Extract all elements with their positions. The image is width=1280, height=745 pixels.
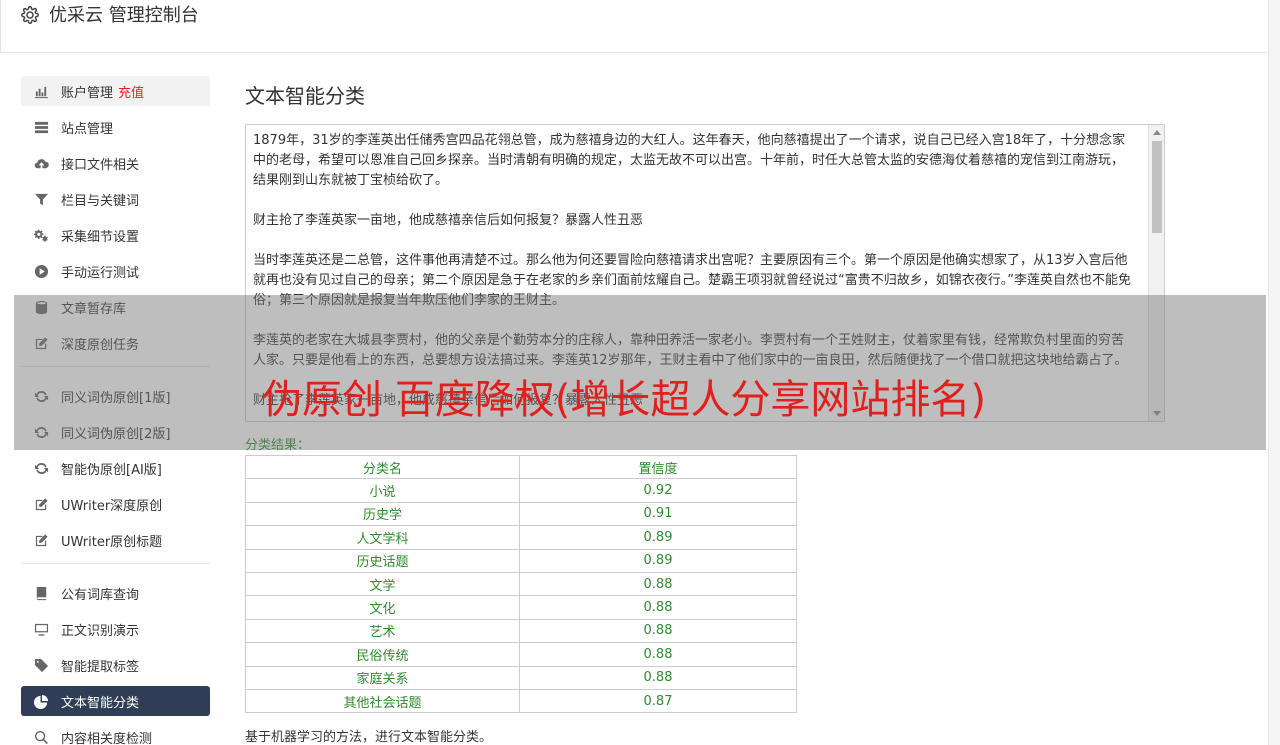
- main-panel: 文本智能分类 1879年，31岁的李莲英出任储秀宫四品花翎总管，成为慈禧身边的大…: [245, 80, 1165, 745]
- search-icon: [33, 729, 49, 745]
- gears-icon: [33, 227, 49, 243]
- confidence-cell: 0.91: [519, 501, 797, 527]
- classification-table: 分类名 置信度 小说 0.92 历史学 0.91 人文学科 0.89 历史话题 0.89 文学 0…: [245, 454, 797, 714]
- sidebar-item-label: 栏目与关键词: [61, 193, 140, 209]
- scroll-up-arrow-icon[interactable]: [1153, 130, 1161, 135]
- book-icon: [33, 585, 49, 601]
- column-header-category: 分类名: [245, 454, 520, 480]
- sidebar-item-label: 正文识别演示: [61, 623, 140, 639]
- sidebar-item-label: 接口文件相关: [61, 157, 140, 173]
- confidence-cell: 0.92: [519, 478, 797, 503]
- console-title: 优采云 管理控制台: [49, 5, 199, 26]
- confidence-cell: 0.87: [519, 688, 797, 714]
- sidebar-item-label: 文本智能分类: [61, 695, 140, 711]
- article-paragraph: 1879年，31岁的李莲英出任储秀宫四品花翎总管，成为慈禧身边的大红人。这年春天…: [253, 133, 1126, 188]
- sidebar-item-group1-4[interactable]: 采集细节设置: [21, 220, 210, 250]
- category-cell: 历史学: [245, 501, 520, 527]
- edit-icon: [33, 496, 49, 512]
- recharge-link[interactable]: 充值: [118, 82, 144, 101]
- column-header-confidence: 置信度: [519, 454, 797, 480]
- sidebar-item-group2-3[interactable]: UWriter深度原创: [21, 489, 210, 519]
- table-row: 人文学科 0.89: [245, 525, 797, 550]
- sidebar-item-label: 智能提取标签: [61, 659, 140, 675]
- table-row: 家庭关系 0.88: [245, 665, 797, 690]
- sidebar-item-label: UWriter深度原创: [61, 498, 163, 514]
- table-row: 文学 0.88: [245, 571, 797, 597]
- sidebar-item-label: 账户管理: [61, 85, 114, 101]
- table-row: 民俗传统 0.88: [245, 642, 797, 667]
- bar-chart-icon: [33, 83, 49, 99]
- filter-icon: [33, 191, 49, 207]
- sidebar-item-group3-1[interactable]: 正文识别演示: [21, 614, 210, 644]
- sidebar-item-label: 站点管理: [61, 121, 114, 137]
- table-row: 小说 0.92: [245, 478, 797, 503]
- top-header: 优采云 管理控制台: [0, 0, 1268, 53]
- confidence-cell: 0.89: [519, 548, 797, 573]
- confidence-cell: 0.88: [519, 665, 797, 690]
- sidebar-item-group1-5[interactable]: 手动运行测试: [21, 256, 210, 286]
- pie-chart-icon: [33, 693, 49, 709]
- scroll-thumb[interactable]: [1152, 141, 1162, 233]
- sidebar-item-group1-0[interactable]: 账户管理 充值: [21, 76, 210, 106]
- refresh-icon: [33, 460, 49, 476]
- watermark-text: 伪原创 百度降权(增长超人分享网站排名): [262, 377, 986, 423]
- confidence-cell: 0.89: [519, 525, 797, 550]
- category-cell: 艺术: [245, 618, 520, 644]
- sidebar-item-label: 采集细节设置: [61, 229, 140, 245]
- description-text: 基于机器学习的方法，进行文本智能分类。: [245, 730, 493, 745]
- cloud-upload-icon: [33, 155, 49, 171]
- confidence-cell: 0.88: [519, 595, 797, 620]
- article-paragraph: 财主抢了李莲英家一亩地，他成慈禧亲信后如何报复？暴露人性丑恶: [253, 213, 644, 228]
- monitor-icon: [33, 621, 49, 637]
- sidebar-item-group1-2[interactable]: 接口文件相关: [21, 148, 210, 178]
- confidence-cell: 0.88: [519, 618, 797, 644]
- sidebar-item-label: 内容相关度检测: [61, 731, 153, 745]
- category-cell: 人文学科: [245, 525, 520, 550]
- category-cell: 其他社会话题: [245, 688, 520, 714]
- sidebar-item-group1-3[interactable]: 栏目与关键词: [21, 184, 210, 214]
- sidebar-item-label: 智能伪原创[AI版]: [61, 462, 162, 478]
- sidebar-item-group3-0[interactable]: 公有词库查询: [21, 578, 210, 608]
- table-row: 艺术 0.88: [245, 618, 797, 644]
- category-cell: 文化: [245, 595, 520, 620]
- watermark-overlay: [14, 295, 1266, 450]
- sidebar-item-label: 手动运行测试: [61, 265, 140, 281]
- sidebar-item-group2-4[interactable]: UWriter原创标题: [21, 525, 210, 555]
- edit-icon: [33, 532, 49, 548]
- sidebar-item-group3-3[interactable]: 文本智能分类: [21, 686, 210, 716]
- page-scrollbar[interactable]: [1268, 0, 1280, 745]
- sidebar-item-group1-1[interactable]: 站点管理: [21, 112, 210, 142]
- server-icon: [33, 119, 49, 135]
- sidebar-item-group2-2[interactable]: 智能伪原创[AI版]: [21, 453, 210, 483]
- gear-icon: [21, 6, 39, 24]
- play-circle-icon: [33, 263, 49, 279]
- sidebar-item-group3-4[interactable]: 内容相关度检测: [21, 722, 210, 745]
- category-cell: 文学: [245, 571, 520, 597]
- category-cell: 小说: [245, 478, 520, 503]
- confidence-cell: 0.88: [519, 642, 797, 667]
- table-row: 文化 0.88: [245, 595, 797, 620]
- table-row: 历史话题 0.89: [245, 548, 797, 573]
- category-cell: 民俗传统: [245, 642, 520, 667]
- tag-icon: [33, 657, 49, 673]
- sidebar-divider: [21, 563, 210, 564]
- sidebar-item-label: UWriter原创标题: [61, 534, 163, 550]
- page-title: 文本智能分类: [245, 84, 365, 108]
- category-cell: 家庭关系: [245, 665, 520, 690]
- table-row: 历史学 0.91: [245, 501, 797, 527]
- confidence-cell: 0.88: [519, 571, 797, 597]
- table-row: 其他社会话题 0.87: [245, 688, 797, 714]
- sidebar-item-group3-2[interactable]: 智能提取标签: [21, 650, 210, 680]
- sidebar-item-label: 公有词库查询: [61, 587, 140, 603]
- category-cell: 历史话题: [245, 548, 520, 573]
